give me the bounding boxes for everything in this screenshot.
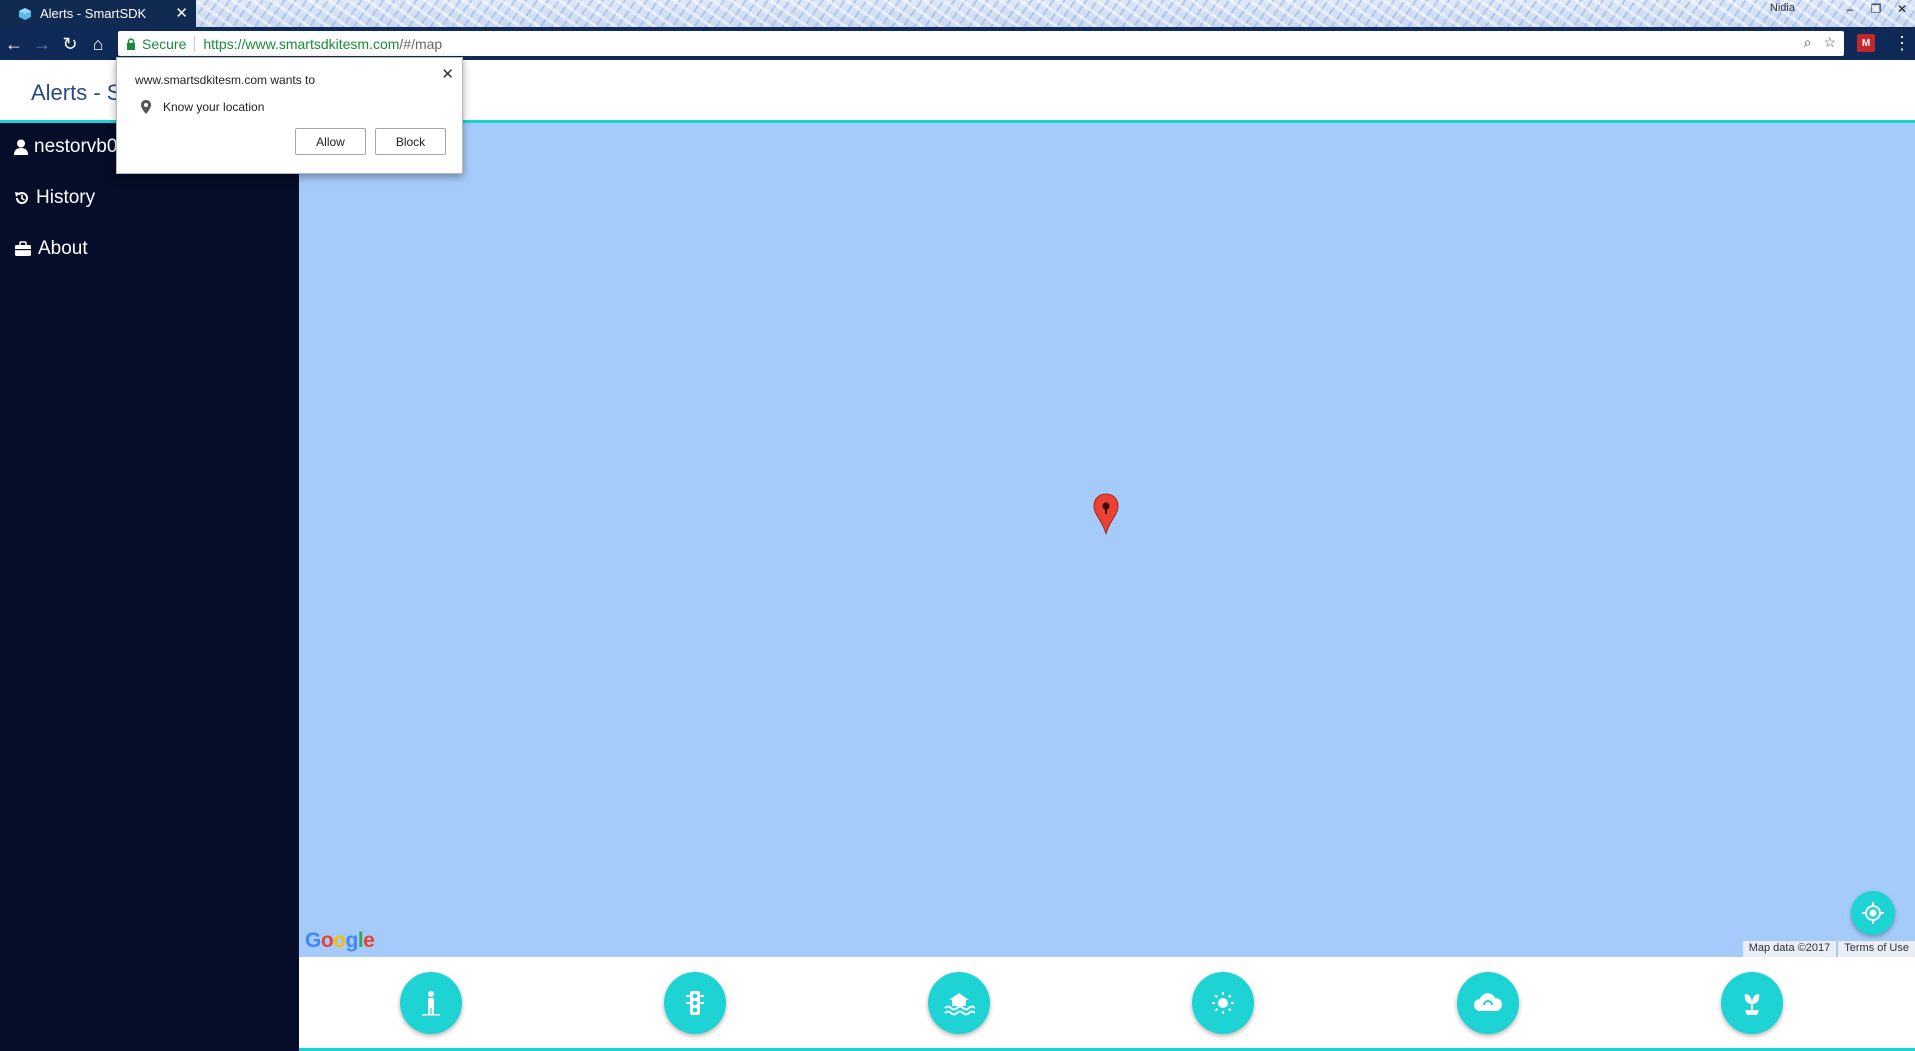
address-bar[interactable]: Secure https://www.smartsdkitesm.com/#/m…	[118, 31, 1844, 56]
omnibox-actions: ⌕ ☆	[1804, 34, 1836, 51]
close-window-icon[interactable]: ✕	[1889, 0, 1915, 18]
forward-icon[interactable]: →	[31, 33, 53, 55]
environment-alert-button[interactable]	[1457, 972, 1519, 1034]
location-pin-icon	[141, 100, 151, 114]
allow-button[interactable]: Allow	[295, 128, 366, 155]
my-location-button[interactable]	[1851, 891, 1895, 935]
person-icon	[422, 991, 440, 1016]
smartsdk-favicon-icon	[19, 7, 31, 20]
permission-request: Know your location	[141, 100, 264, 114]
tab-close-icon[interactable]: ✕	[175, 4, 188, 22]
window-user-name[interactable]: Nidia	[1770, 2, 1795, 14]
sidebar-item-history[interactable]: History	[14, 183, 95, 213]
location-permission-dialog: www.smartsdkitesm.com wants to ✕ Know yo…	[116, 57, 463, 174]
tab-title: Alerts - SmartSDK	[40, 6, 147, 21]
reload-icon[interactable]: ↻	[59, 33, 81, 55]
pedestrian-alert-button[interactable]	[400, 972, 462, 1034]
flood-icon	[944, 993, 975, 1016]
permission-title: www.smartsdkitesm.com wants to	[135, 73, 316, 87]
briefcase-icon	[15, 241, 31, 256]
map-data-credit: Map data ©2017	[1742, 941, 1837, 957]
plant-icon	[1744, 994, 1760, 1015]
sidebar-item-label: nestorvb0	[34, 136, 118, 157]
extension-icon[interactable]: M	[1857, 34, 1875, 52]
lock-icon	[127, 37, 135, 50]
flood-alert-button[interactable]	[928, 972, 990, 1034]
weather-alert-button[interactable]	[1192, 972, 1254, 1034]
back-icon[interactable]: ←	[3, 33, 25, 55]
url-path: /#/map	[399, 35, 443, 52]
browser-menu-icon[interactable]: ⋮	[1893, 33, 1911, 54]
map-attribution: Map data ©2017 Terms of Use	[1742, 941, 1915, 957]
traffic-alert-button[interactable]	[664, 972, 726, 1034]
home-icon[interactable]: ⌂	[87, 33, 109, 55]
traffic-light-icon	[686, 991, 704, 1015]
browser-tab[interactable]: Alerts - SmartSDK ✕	[0, 0, 196, 27]
zoom-icon[interactable]: ⌕	[1804, 34, 1812, 51]
terms-of-use-link[interactable]: Terms of Use	[1838, 941, 1915, 957]
close-icon[interactable]: ✕	[441, 65, 454, 83]
sidebar-item-label: About	[38, 238, 88, 259]
history-icon	[15, 192, 28, 205]
sun-icon	[1212, 992, 1234, 1014]
cloud-icon	[1474, 993, 1503, 1011]
permission-request-label: Know your location	[163, 100, 265, 114]
window-controls: – ❐ ✕	[1837, 0, 1915, 18]
sidebar-item-about[interactable]: About	[14, 234, 88, 264]
sidebar: nestorvb0 History About	[0, 123, 299, 1051]
minimize-icon[interactable]: –	[1837, 0, 1863, 18]
sidebar-item-label: History	[36, 187, 96, 208]
google-logo: Google	[305, 929, 375, 952]
maximize-icon[interactable]: ❐	[1863, 0, 1889, 18]
page-title: Alerts - S	[31, 80, 122, 105]
secure-label: Secure	[142, 35, 187, 52]
crosshair-icon	[1862, 902, 1884, 924]
sidebar-item-user[interactable]: nestorvb0	[14, 132, 117, 162]
browser-tabstrip: Alerts - SmartSDK ✕ Nidia – ❐ ✕	[0, 0, 1915, 27]
omnibox-divider	[194, 35, 196, 52]
alert-category-bar	[299, 957, 1915, 1051]
map-canvas[interactable]: Google Map data ©2017 Terms of Use	[299, 123, 1915, 957]
block-button[interactable]: Block	[375, 128, 446, 155]
url-host: https://www.smartsdkitesm.com	[203, 35, 400, 52]
bookmark-star-icon[interactable]: ☆	[1823, 34, 1836, 51]
browser-toolbar: ← → ↻ ⌂ Secure https://www.smartsdkitesm…	[0, 27, 1915, 60]
user-icon	[14, 139, 28, 155]
map-marker-icon[interactable]	[1093, 493, 1119, 535]
health-alert-button[interactable]	[1721, 972, 1783, 1034]
